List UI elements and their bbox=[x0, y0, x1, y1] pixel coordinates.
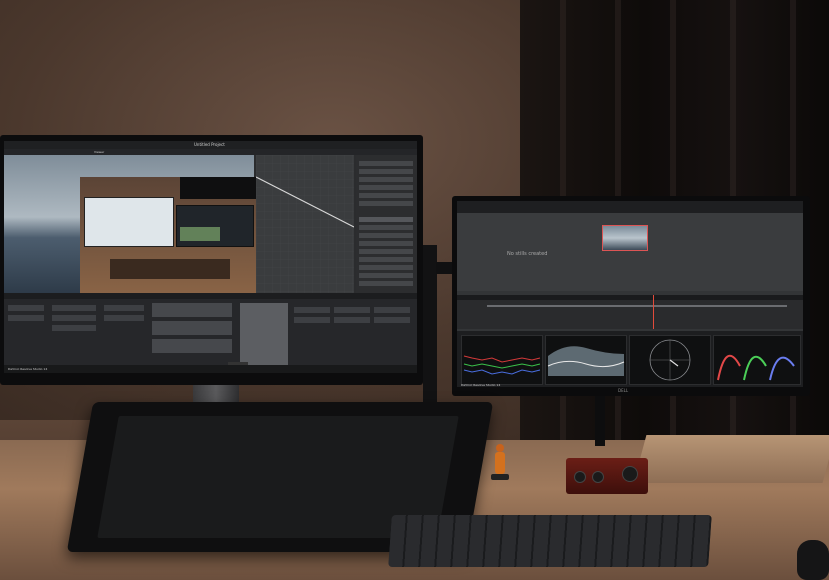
photo-scene: Untitled Project Viewer DaVinci Resolve … bbox=[0, 0, 829, 580]
inspector-panel: DaVinci Resolve Studio 14 bbox=[4, 299, 417, 373]
right-title-bar bbox=[457, 201, 803, 213]
left-title-bar: Untitled Project bbox=[4, 141, 417, 149]
monitor-logo bbox=[228, 362, 248, 365]
right-monitor-brand: DELL bbox=[618, 388, 629, 393]
left-monitor-screen: Untitled Project Viewer DaVinci Resolve … bbox=[4, 141, 417, 373]
left-monitor: Untitled Project Viewer DaVinci Resolve … bbox=[0, 135, 423, 385]
waveform-scope bbox=[545, 335, 627, 385]
mouse bbox=[797, 540, 829, 580]
right-monitor: No stills created DaVinci Resolve Studio… bbox=[452, 196, 810, 396]
vectorscope bbox=[629, 335, 711, 385]
left-app-title: Untitled Project bbox=[194, 142, 225, 147]
figurine bbox=[491, 444, 509, 482]
right-monitor-stand bbox=[595, 396, 605, 446]
node-graph-panel bbox=[256, 155, 354, 293]
keyboard bbox=[388, 515, 712, 567]
effects-list-panel bbox=[356, 155, 417, 293]
wooden-shelf bbox=[633, 435, 829, 483]
gallery-panel: No stills created bbox=[457, 213, 803, 291]
parade-scope bbox=[461, 335, 543, 385]
right-footer-label: DaVinci Resolve Studio 14 bbox=[461, 383, 501, 387]
mini-timeline bbox=[457, 295, 803, 329]
right-monitor-screen: No stills created DaVinci Resolve Studio… bbox=[457, 201, 803, 387]
viewer-inner-frame bbox=[80, 177, 256, 295]
viewer-image bbox=[4, 155, 256, 295]
left-footer-label: DaVinci Resolve Studio 14 bbox=[8, 367, 48, 371]
video-scopes-panel bbox=[457, 331, 803, 387]
viewer-label: Viewer bbox=[94, 150, 105, 154]
rgb-parade-scope bbox=[713, 335, 801, 385]
stills-message: No stills created bbox=[507, 251, 548, 257]
gallery-thumbnail bbox=[602, 225, 648, 251]
playhead bbox=[653, 295, 654, 329]
node-connection-line bbox=[256, 155, 354, 293]
audio-interface bbox=[566, 458, 648, 494]
